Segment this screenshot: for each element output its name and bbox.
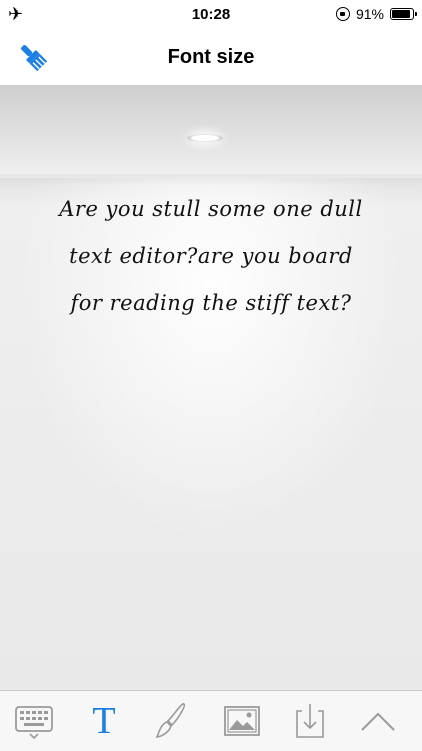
download-icon [296,704,324,738]
font-size-button[interactable]: T [82,699,126,743]
wall-edge [0,174,422,186]
editor-line: Are you stull some one dull [59,197,363,221]
image-button[interactable] [220,699,264,743]
image-icon [224,706,260,736]
battery-percent: 91% [355,6,384,22]
editor-canvas[interactable]: Are you stull some one dull text editor?… [0,86,422,690]
rotation-lock-icon [335,7,350,21]
ceiling-background [0,86,422,178]
brush-tool-button[interactable] [150,699,194,743]
expand-up-button[interactable] [356,699,400,743]
chevron-up-icon [361,712,395,731]
save-download-button[interactable] [288,699,332,743]
keyboard-button[interactable] [12,699,56,743]
page-title: Font size [167,46,255,68]
brush-icon [155,703,186,739]
editor-line: for reading the stiff text? [70,291,352,315]
bottom-toolbar: T [0,690,422,751]
battery-icon [390,8,417,20]
editor-line: text editor?are you board [69,244,353,268]
status-bar: ✈ 10:28 91% [0,0,422,30]
keyboard-icon [15,706,53,739]
text-format-icon: T [92,700,116,742]
navigation-bar: Font size [0,30,422,86]
editor-text[interactable]: Are you stull some one dull text editor?… [40,186,382,327]
ceiling-lamp-icon [187,134,223,144]
